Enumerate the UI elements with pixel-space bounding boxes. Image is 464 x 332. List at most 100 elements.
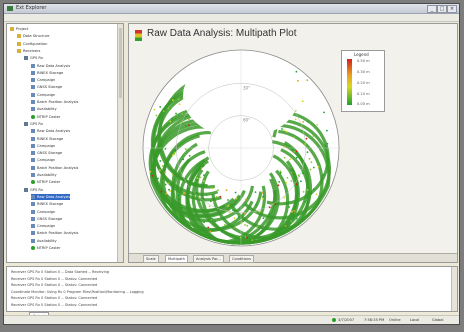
status-global: Global (432, 318, 444, 322)
tree-item[interactable]: Raw Data Analysis (31, 128, 70, 134)
tree-item[interactable]: Campaign (31, 157, 55, 163)
multipath-point (268, 213, 271, 216)
multipath-point (306, 79, 309, 82)
project-tree[interactable]: Project Data Structure Configuration Receiv… (6, 23, 124, 263)
multipath-point (246, 236, 248, 239)
multipath-point (209, 200, 212, 203)
tree-item[interactable]: RINEX Storage (31, 136, 63, 142)
minimize-button[interactable]: _ (427, 5, 437, 13)
multipath-point (175, 216, 178, 219)
tree-item[interactable]: GNSS Storage (31, 216, 62, 222)
tree-item[interactable]: Batch Position Analysis (31, 165, 78, 171)
multipath-point (290, 171, 293, 174)
multipath-point (312, 188, 315, 191)
tree-item[interactable]: Raw Data Analysis (31, 193, 71, 200)
tree-item[interactable]: Availability (31, 106, 57, 112)
tree-item[interactable]: NTRIP Caster (31, 179, 60, 185)
elevation-label: 30° (243, 85, 250, 90)
multipath-point (327, 158, 330, 161)
tree-item-label: Campaign (37, 78, 56, 83)
console-scrollbar[interactable] (451, 267, 457, 311)
tree-item[interactable]: Availability (31, 238, 57, 244)
console-line: Receiver GPS Rx 0 Station 0 -- Status: C… (11, 302, 98, 307)
multipath-point (310, 161, 313, 164)
tree-item[interactable]: Configuration (17, 41, 47, 47)
multipath-point (196, 177, 199, 180)
tree-item[interactable]: Campaign (31, 143, 55, 149)
window-title: Ext Explorer (16, 5, 47, 11)
tree-item[interactable]: RINEX Storage (31, 201, 63, 207)
tree-item[interactable]: Receivers (17, 48, 40, 54)
multipath-point (244, 224, 246, 226)
multipath-point (158, 169, 161, 172)
tree-item[interactable]: GNSS Storage (31, 150, 62, 156)
tree-scrollbar[interactable] (117, 24, 123, 262)
tree-item[interactable]: Raw Data Analysis (31, 63, 70, 69)
tree-item-label: Campaign (37, 158, 56, 163)
tree-item[interactable]: Data Structure (17, 33, 49, 39)
multipath-point (183, 192, 186, 195)
multipath-point (202, 180, 205, 183)
multipath-point (153, 156, 156, 159)
maximize-button[interactable]: □ (437, 5, 447, 13)
tree-item-label: Campaign (37, 224, 56, 229)
multipath-point (287, 201, 290, 204)
tree-item[interactable]: GPS Rx (24, 121, 43, 127)
status-time: 7:58:35 PM (364, 318, 385, 322)
multipath-point (293, 136, 296, 139)
tree-item[interactable]: NTRIP Caster (31, 245, 60, 251)
multipath-point (234, 226, 236, 229)
tree-item[interactable]: Batch Position Analysis (31, 230, 78, 236)
doc-icon (31, 129, 35, 134)
tree-item[interactable]: Campaign (31, 209, 55, 215)
tree-item[interactable]: RINEX Storage (31, 70, 63, 76)
tree-item[interactable]: Campaign (31, 77, 55, 83)
multipath-point (295, 150, 298, 153)
multipath-point (200, 167, 203, 169)
legend-label: 0.20 m (357, 81, 370, 85)
tree-item-label: GPS Rx (30, 56, 43, 61)
tree-item[interactable]: Batch Position Analysis (31, 99, 78, 105)
tab-analysis-par[interactable]: Analysis Par... (193, 255, 224, 263)
tree-item[interactable]: Project (10, 26, 28, 32)
multipath-point (178, 103, 181, 106)
tab-scale[interactable]: Scale (143, 255, 159, 263)
doc-icon (31, 100, 35, 104)
multipath-point (317, 166, 320, 168)
close-button[interactable]: × (447, 5, 457, 13)
multipath-point (312, 166, 315, 169)
tab-multipath[interactable]: Multipath (165, 255, 188, 263)
multipath-point (173, 153, 176, 155)
doc-icon (31, 158, 35, 163)
console-line: Receiver GPS Rx 0 Station 0 -- Status: C… (11, 276, 98, 281)
multipath-point (256, 225, 259, 228)
multipath-point (295, 217, 298, 220)
multipath-point (159, 160, 162, 162)
tree-item[interactable]: Campaign (31, 223, 55, 229)
multipath-point (295, 70, 298, 73)
multipath-point (297, 79, 299, 82)
multipath-point (174, 149, 177, 152)
multipath-point (262, 196, 264, 198)
multipath-point (323, 111, 325, 114)
multipath-point (172, 99, 174, 101)
tree-item[interactable]: Availability (31, 172, 57, 178)
tree-item[interactable]: GNSS Storage (31, 84, 62, 90)
tree-item[interactable]: GPS Rx (24, 55, 43, 61)
multipath-sky-plot: 30° 60° (142, 49, 340, 247)
tree-scroll-thumb[interactable] (119, 28, 122, 98)
tree-item[interactable]: Campaign (31, 92, 55, 98)
multipath-point (290, 180, 293, 182)
multipath-point (165, 192, 167, 195)
status-bar: 3/7/2007 7:58:35 PM Online Local Global (4, 315, 459, 324)
tree-item[interactable]: GPS Rx (24, 187, 43, 193)
status-online: Online (389, 318, 401, 322)
tree-item[interactable]: NTRIP Caster (31, 114, 60, 120)
multipath-point (203, 174, 205, 177)
multipath-point (187, 203, 189, 206)
multipath-point (255, 203, 257, 206)
multipath-point (322, 173, 325, 176)
multipath-point (209, 230, 212, 233)
tab-conditions[interactable]: Conditions (229, 255, 255, 263)
doc-icon (31, 216, 35, 221)
